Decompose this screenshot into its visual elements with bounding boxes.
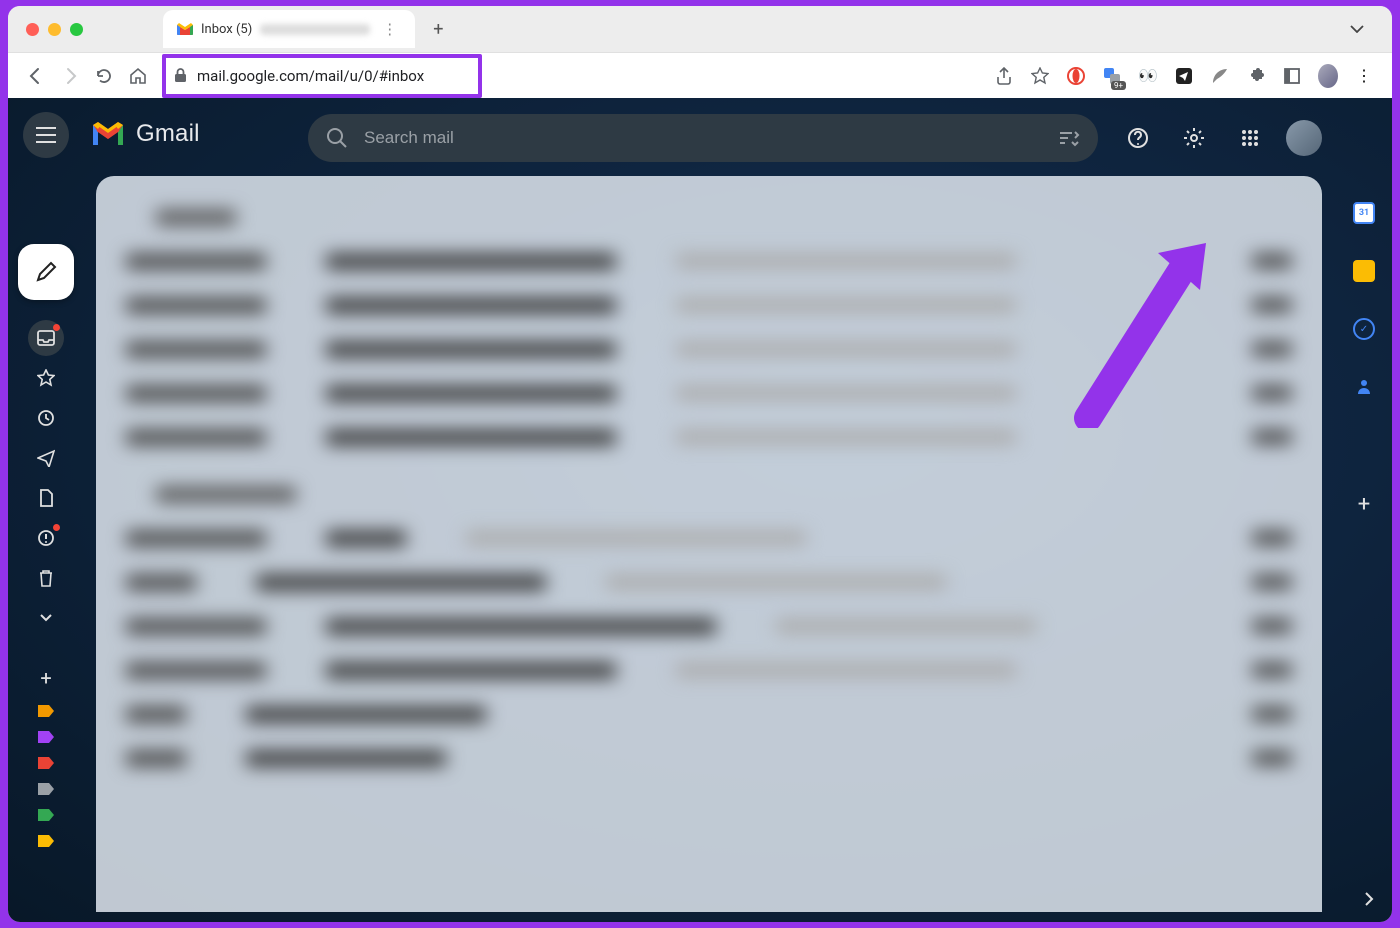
settings-icon[interactable] <box>1174 118 1214 158</box>
sent-nav-icon[interactable] <box>28 440 64 476</box>
telegram-ext-icon[interactable] <box>1174 66 1194 86</box>
gmail-logo-icon <box>90 120 126 148</box>
label-item[interactable] <box>28 728 64 746</box>
gmail-favicon <box>177 21 193 37</box>
forward-button[interactable] <box>60 66 80 86</box>
side-panel: + <box>1336 98 1392 922</box>
home-button[interactable] <box>128 66 148 86</box>
share-icon[interactable] <box>994 66 1014 86</box>
browser-chrome: Inbox (5) ⋮ + mail.google.com/mail/u/0/#… <box>8 6 1392 98</box>
extensions-area: 9+ 👀 ⋮ <box>994 66 1374 86</box>
hide-sidepanel-icon[interactable] <box>1364 892 1374 906</box>
label-item[interactable] <box>28 806 64 824</box>
trash-nav-icon[interactable] <box>28 560 64 596</box>
label-item[interactable] <box>28 754 64 772</box>
bookmark-star-icon[interactable] <box>1030 66 1050 86</box>
profile-avatar[interactable] <box>1318 66 1338 86</box>
browser-tab[interactable]: Inbox (5) ⋮ <box>163 10 415 48</box>
gmail-brand[interactable]: Gmail <box>90 120 200 148</box>
starred-nav-icon[interactable] <box>28 360 64 396</box>
label-item[interactable] <box>28 702 64 720</box>
expand-nav-icon[interactable] <box>28 600 64 636</box>
extensions-puzzle-icon[interactable] <box>1246 66 1266 86</box>
hamburger-icon <box>36 127 56 143</box>
maximize-window-button[interactable] <box>70 23 83 36</box>
inbox-nav-icon[interactable] <box>28 320 64 356</box>
translate-ext-icon[interactable]: 9+ <box>1102 66 1122 86</box>
apps-grid-icon[interactable] <box>1230 118 1270 158</box>
pencil-icon <box>35 261 57 283</box>
add-app-button[interactable]: + <box>1358 492 1370 517</box>
eyes-ext-icon[interactable]: 👀 <box>1138 66 1158 86</box>
address-bar: mail.google.com/mail/u/0/#inbox 9+ 👀 ⋮ <box>8 52 1392 98</box>
label-item[interactable] <box>28 780 64 798</box>
tab-bar: Inbox (5) ⋮ + <box>8 6 1392 52</box>
spam-nav-icon[interactable] <box>28 520 64 556</box>
snoozed-nav-icon[interactable] <box>28 400 64 436</box>
unread-dot <box>53 324 60 331</box>
lock-icon <box>174 68 187 83</box>
gmail-header <box>308 114 1322 162</box>
opera-ext-icon[interactable] <box>1066 66 1086 86</box>
header-actions <box>1118 118 1322 158</box>
quill-ext-icon[interactable] <box>1210 66 1230 86</box>
mail-list-pane <box>96 176 1322 912</box>
keep-app-icon[interactable] <box>1353 260 1375 282</box>
gmail-app: Gmail <box>8 98 1392 922</box>
back-button[interactable] <box>26 66 46 86</box>
mail-list-blurred <box>96 176 1322 808</box>
reload-button[interactable] <box>94 66 114 86</box>
url-text: mail.google.com/mail/u/0/#inbox <box>197 67 424 85</box>
calendar-app-icon[interactable] <box>1353 202 1375 224</box>
label-item[interactable] <box>28 832 64 850</box>
browser-window: Inbox (5) ⋮ + mail.google.com/mail/u/0/#… <box>8 6 1392 922</box>
browser-menu-icon[interactable]: ⋮ <box>1354 66 1374 86</box>
tasks-app-icon[interactable] <box>1353 318 1375 340</box>
new-tab-button[interactable]: + <box>433 19 443 40</box>
tab-menu-icon[interactable]: ⋮ <box>378 20 401 38</box>
minimize-window-button[interactable] <box>48 23 61 36</box>
tab-title: Inbox (5) <box>201 22 252 37</box>
tabs-overflow-icon[interactable] <box>1350 25 1364 33</box>
search-input[interactable] <box>364 128 1042 148</box>
left-navigation-rail: + <box>8 98 84 922</box>
tab-title-redacted <box>260 24 370 35</box>
main-menu-button[interactable] <box>23 112 69 158</box>
sidepanel-icon[interactable] <box>1282 66 1302 86</box>
support-icon[interactable] <box>1118 118 1158 158</box>
url-field[interactable]: mail.google.com/mail/u/0/#inbox <box>162 62 980 90</box>
gmail-wordmark: Gmail <box>136 120 200 148</box>
search-options-icon[interactable] <box>1058 127 1080 149</box>
contacts-app-icon[interactable] <box>1354 376 1374 396</box>
window-controls <box>26 23 83 36</box>
unread-dot <box>53 524 60 531</box>
close-window-button[interactable] <box>26 23 39 36</box>
search-mail-box[interactable] <box>308 114 1098 162</box>
drafts-nav-icon[interactable] <box>28 480 64 516</box>
account-avatar[interactable] <box>1286 120 1322 156</box>
create-label-button[interactable]: + <box>40 666 51 690</box>
compose-button[interactable] <box>18 244 74 300</box>
search-icon <box>326 127 348 149</box>
